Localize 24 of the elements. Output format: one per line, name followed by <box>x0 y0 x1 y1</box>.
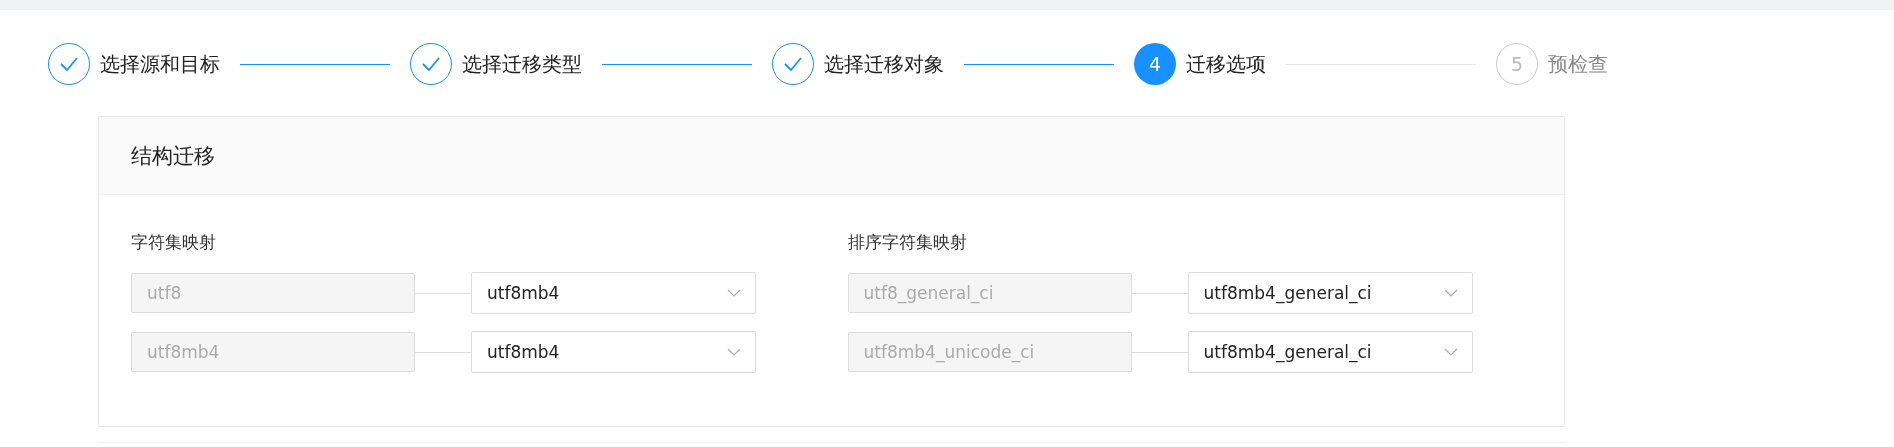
check-icon <box>783 56 803 72</box>
check-icon <box>421 56 441 72</box>
field-label: 排序字符集映射 <box>847 231 968 254</box>
target-select[interactable]: utf8mb4 <box>471 272 756 314</box>
chevron-down-icon <box>727 289 741 297</box>
chevron-down-icon <box>727 348 741 356</box>
step-label: 预检查 <box>1548 50 1608 78</box>
step-label: 选择源和目标 <box>100 50 220 78</box>
field-label: 字符集映射 <box>131 231 217 254</box>
source-field: utf8_general_ci <box>847 273 1132 313</box>
source-field: utf8mb4 <box>131 332 415 372</box>
step-label: 选择迁移类型 <box>462 50 582 78</box>
check-icon <box>59 56 79 72</box>
step-label: 选择迁移对象 <box>824 50 944 78</box>
source-field: utf8mb4_unicode_ci <box>847 332 1132 372</box>
chevron-down-icon <box>1443 348 1458 356</box>
chevron-down-icon <box>1443 289 1458 297</box>
target-select[interactable]: utf8mb4 <box>471 331 756 373</box>
target-select[interactable]: utf8mb4_general_ci <box>1187 272 1473 314</box>
step-indicator: 4 <box>1134 43 1176 85</box>
panel-title: 结构迁移 <box>131 142 215 170</box>
target-select[interactable]: utf8mb4_general_ci <box>1187 331 1473 373</box>
step-label: 迁移选项 <box>1186 50 1266 78</box>
source-field: utf8 <box>131 273 415 313</box>
